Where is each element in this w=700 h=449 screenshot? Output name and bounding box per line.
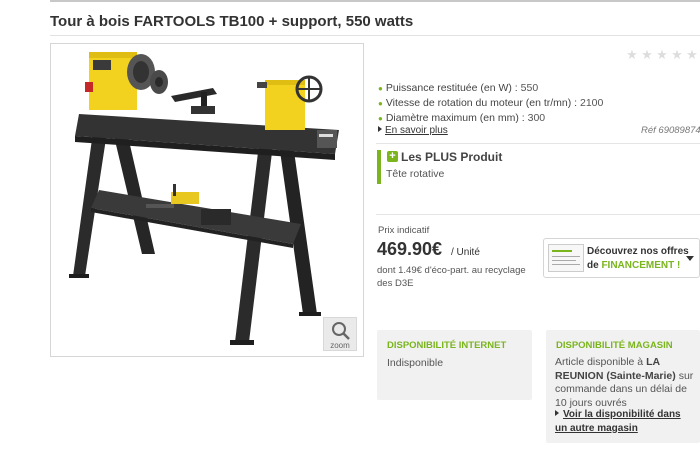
star-icon: ★: [671, 47, 683, 62]
spec-label: Vitesse de rotation du moteur (en tr/mn)…: [385, 97, 578, 109]
internet-availability-title: DISPONIBILITÉ INTERNET: [387, 340, 507, 351]
price-unit: / Unité: [451, 247, 480, 258]
rating-stars[interactable]: ★ ★ ★ ★ ★: [625, 48, 699, 62]
more-info-label: En savoir plus: [385, 125, 448, 136]
bullet-icon: ●: [378, 114, 383, 123]
price-label: Prix indicatif: [378, 225, 430, 236]
price-amount: 469.90€: [377, 239, 443, 259]
eco-participation-note: dont 1.49€ d'éco-part. au recyclage des …: [377, 265, 526, 289]
financing-line2: de FINANCEMENT !: [587, 260, 680, 271]
spec-row: ● Puissance restituée (en W) : 550: [378, 81, 603, 96]
spec-row: ● Vitesse de rotation du moteur (en tr/mn…: [378, 96, 603, 111]
other-store-link-label: Voir la disponibilité dans un autre maga…: [555, 409, 681, 434]
product-image: [69, 52, 339, 345]
spec-label: Puissance restituée (en W) :: [385, 82, 518, 94]
internet-availability-status: Indisponible: [387, 357, 444, 369]
bullet-icon: ●: [378, 84, 383, 93]
star-icon: ★: [626, 47, 638, 62]
chevron-down-icon: [686, 256, 694, 261]
financing-prefix: de: [587, 260, 599, 271]
plus-accent-bar: [377, 150, 381, 184]
magnifier-icon: [332, 322, 350, 340]
zoom-button[interactable]: zoom: [323, 317, 357, 351]
product-reference: Réf 69089874: [641, 125, 700, 136]
divider: [376, 214, 700, 215]
spec-value: 300: [527, 112, 546, 124]
store-availability-text: Article disponible à LA REUNION (Sainte-…: [555, 356, 695, 410]
spec-value: 550: [520, 82, 539, 94]
arrow-right-icon: [378, 126, 382, 132]
store-text-before: Article disponible à: [555, 356, 644, 368]
spec-label: Diamètre maximum (en mm) :: [385, 112, 525, 124]
financing-offer-button[interactable]: Découvrez nos offres de FINANCEMENT !: [543, 238, 700, 278]
star-icon: ★: [656, 47, 668, 62]
specs-list: ● Puissance restituée (en W) : 550 ● Vites…: [378, 81, 603, 126]
title-bar: Tour à bois FARTOOLS TB100 + support, 55…: [50, 0, 700, 36]
store-availability-title: DISPONIBILITÉ MAGASIN: [556, 340, 673, 351]
star-icon: ★: [641, 47, 653, 62]
plus-icon: +: [387, 151, 398, 162]
plus-feature: Tête rotative: [386, 168, 445, 180]
more-info-link[interactable]: En savoir plus: [378, 125, 448, 136]
other-store-link[interactable]: Voir la disponibilité dans un autre maga…: [555, 408, 695, 435]
arrow-right-icon: [555, 410, 559, 416]
plus-title: Les PLUS Produit: [401, 150, 503, 164]
financing-line1: Découvrez nos offres: [587, 246, 689, 257]
financing-highlight: FINANCEMENT !: [601, 260, 681, 271]
zoom-label: zoom: [330, 341, 350, 350]
star-icon: ★: [686, 47, 698, 62]
product-image-box[interactable]: zoom: [50, 43, 364, 357]
bullet-icon: ●: [378, 99, 383, 108]
internet-availability-panel: DISPONIBILITÉ INTERNET Indisponible: [377, 330, 532, 400]
spec-row: ● Diamètre maximum (en mm) : 300: [378, 111, 603, 126]
spec-value: 2100: [580, 97, 604, 109]
store-availability-panel: DISPONIBILITÉ MAGASIN Article disponible…: [546, 330, 700, 443]
divider: [376, 143, 700, 144]
product-title: Tour à bois FARTOOLS TB100 + support, 55…: [50, 13, 414, 30]
financing-document-icon: [548, 244, 584, 272]
